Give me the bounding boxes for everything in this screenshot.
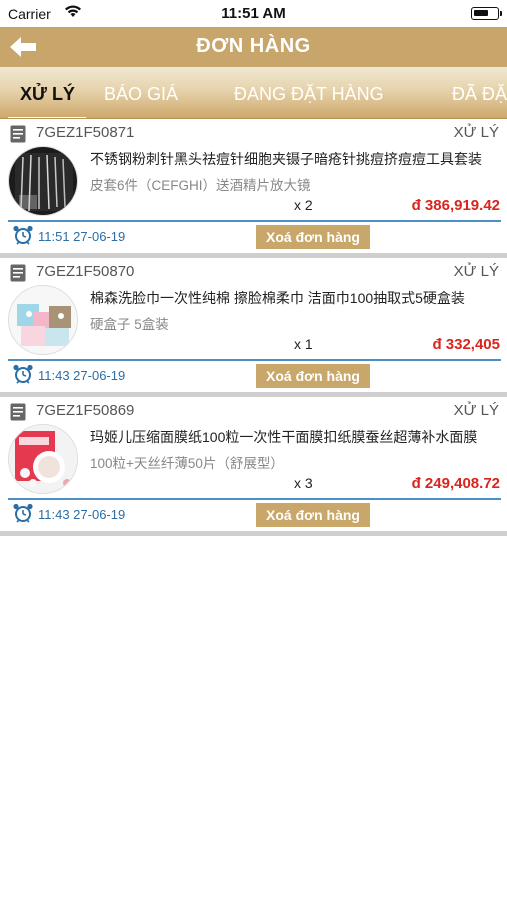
order-status: XỬ LÝ: [453, 124, 499, 141]
tab-ordered[interactable]: ĐÃ ĐẶ: [452, 84, 507, 105]
status-bar: Carrier 11:51 AM: [0, 0, 507, 27]
order-code: 7GEZ1F50869: [36, 402, 135, 419]
tab-ordering[interactable]: ĐANG ĐẶT HÀNG: [234, 84, 384, 105]
product-variant: 硬盒子 5盒装: [90, 317, 169, 332]
document-icon: [10, 403, 26, 421]
alarm-clock-icon: [13, 364, 33, 384]
product-name: 玛姬儿压缩面膜纸100粒一次性干面膜扣纸膜蚕丝超薄补水面膜: [90, 429, 478, 445]
clock-time: 11:51 AM: [221, 5, 286, 22]
order-card[interactable]: 7GEZ1F50869 XỬ LÝ 玛姬儿压缩面膜纸100粒一次性干面膜扣纸膜蚕…: [0, 397, 507, 536]
page-title: ĐƠN HÀNG: [196, 35, 311, 57]
product-variant: 皮套6件（CEFGHI）送酒精片放大镜: [90, 178, 311, 193]
product-image[interactable]: [8, 285, 78, 355]
product-variant: 100粒+天丝纤薄50片（舒展型）: [90, 456, 284, 471]
product-name: 不锈钢粉刺针黑头祛痘针细胞夹镊子暗疮针挑痘挤痘痘工具套装: [90, 151, 482, 167]
tab-quotation[interactable]: BÁO GIÁ: [104, 84, 178, 105]
order-datetime: 11:43 27-06-19: [38, 507, 126, 522]
order-price: đ 332,405: [432, 336, 500, 353]
alarm-clock-icon: [13, 503, 33, 523]
product-image[interactable]: [8, 424, 78, 494]
alarm-clock-icon: [13, 225, 33, 245]
order-datetime: 11:43 27-06-19: [38, 368, 126, 383]
product-image[interactable]: [8, 146, 78, 216]
divider: [8, 498, 501, 500]
order-code: 7GEZ1F50871: [36, 124, 135, 141]
product-quantity: x 3: [294, 475, 313, 491]
document-icon: [10, 264, 26, 282]
divider: [8, 220, 501, 222]
delete-order-button[interactable]: Xoá đơn hàng: [256, 364, 370, 388]
divider: [8, 359, 501, 361]
nav-bar: ĐƠN HÀNG: [0, 27, 507, 67]
document-icon: [10, 125, 26, 143]
order-card[interactable]: 7GEZ1F50870 XỬ LÝ 棉森洗脸巾一次性纯棉 擦脸棉柔巾 洁面巾10…: [0, 258, 507, 397]
product-name: 棉森洗脸巾一次性纯棉 擦脸棉柔巾 洁面巾100抽取式5硬盒装: [90, 290, 465, 306]
battery-icon: [471, 7, 502, 20]
tab-processing[interactable]: XỬ LÝ: [20, 84, 75, 105]
order-datetime: 11:51 27-06-19: [38, 229, 126, 244]
delete-order-button[interactable]: Xoá đơn hàng: [256, 225, 370, 249]
order-tabs: XỬ LÝ BÁO GIÁ ĐANG ĐẶT HÀNG ĐÃ ĐẶ: [0, 67, 507, 119]
order-price: đ 386,919.42: [411, 197, 500, 214]
product-quantity: x 1: [294, 336, 313, 352]
order-code: 7GEZ1F50870: [36, 263, 135, 280]
order-status: XỬ LÝ: [453, 402, 499, 419]
product-quantity: x 2: [294, 197, 313, 213]
order-card[interactable]: 7GEZ1F50871 XỬ LÝ 不锈钢粉刺针黑头祛痘针细胞夹镊子暗疮针挑痘挤…: [0, 119, 507, 258]
order-status: XỬ LÝ: [453, 263, 499, 280]
order-price: đ 249,408.72: [411, 475, 500, 492]
delete-order-button[interactable]: Xoá đơn hàng: [256, 503, 370, 527]
